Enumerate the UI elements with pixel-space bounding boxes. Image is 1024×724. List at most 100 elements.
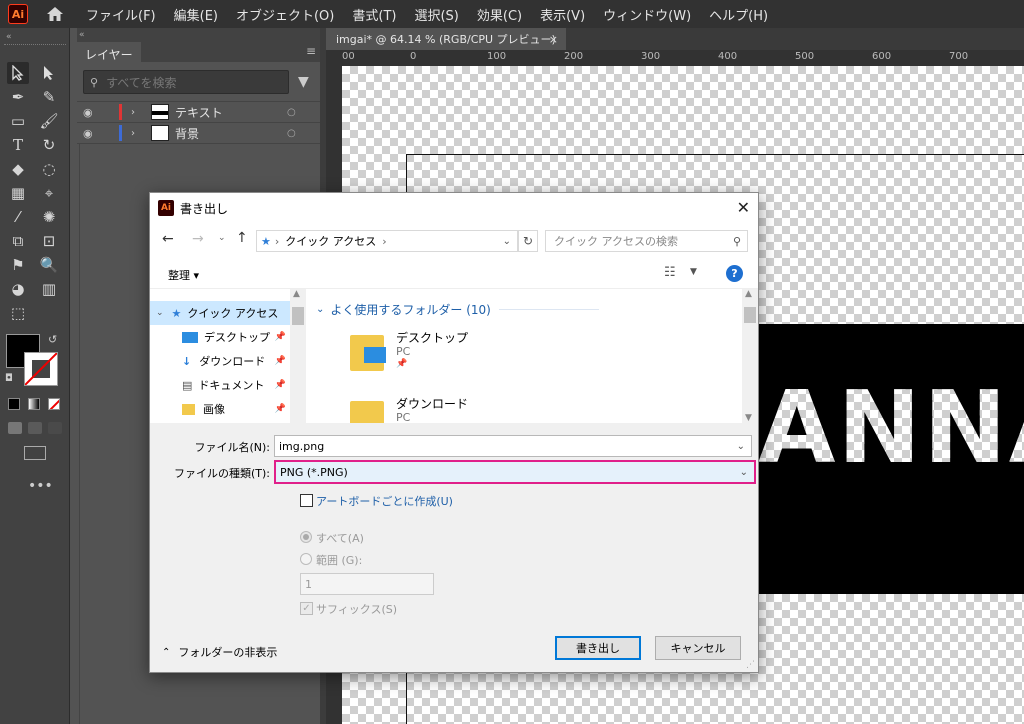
lasso-tool-icon[interactable]: ◌ — [38, 158, 60, 180]
folder-item-desktop[interactable]: デスクトップ PC 📌 — [346, 329, 546, 379]
menu-window[interactable]: ウィンドウ(W) — [603, 5, 691, 24]
eyedropper-tool-icon[interactable]: ⁄ — [7, 206, 29, 228]
visibility-eye-icon[interactable]: ◉ — [83, 127, 93, 140]
pie-graph-tool-icon[interactable]: ◕ — [7, 278, 29, 300]
expand-chevron-icon[interactable]: › — [131, 107, 135, 118]
stroke-swatch[interactable] — [24, 352, 58, 386]
symbol-sprayer-tool-icon[interactable]: ✺ — [38, 206, 60, 228]
rotate-tool-icon[interactable]: ↻ — [38, 134, 60, 156]
back-arrow-icon[interactable]: ← — [162, 231, 174, 247]
view-dropdown-icon[interactable]: ▼ — [690, 267, 697, 277]
sidebar-item-downloads[interactable]: ↓ ダウンロード 📌 — [150, 349, 290, 373]
type-tool-icon[interactable]: T — [7, 134, 29, 156]
direct-selection-tool-icon[interactable] — [38, 62, 60, 84]
cancel-button[interactable]: キャンセル — [655, 636, 741, 660]
tab-layers[interactable]: レイヤー — [77, 42, 141, 62]
pen-tool-icon[interactable]: ✒ — [7, 86, 29, 108]
radio-all[interactable] — [300, 531, 312, 543]
tab-document[interactable]: imgai* @ 64.14 % (RGB/CPU プレビュー) × — [326, 28, 566, 50]
radio-range[interactable] — [300, 553, 312, 565]
draw-normal-icon[interactable] — [8, 422, 22, 434]
view-options-icon[interactable]: ☷ — [664, 265, 676, 280]
target-circle-icon[interactable]: ○ — [287, 107, 296, 118]
forward-arrow-icon[interactable]: → — [192, 231, 204, 247]
chevron-down-icon[interactable]: ⌄ — [737, 441, 745, 452]
collapse-layers-icon[interactable]: « — [79, 30, 85, 40]
swap-fill-stroke-icon[interactable]: ↺ — [48, 333, 57, 346]
draw-inside-icon[interactable] — [48, 422, 62, 434]
hide-folders-toggle[interactable]: ⌃ フォルダーの非表示 — [162, 644, 277, 660]
brush-tool-icon[interactable]: 🖌 — [38, 110, 60, 132]
free-transform-tool-icon[interactable]: ⬚ — [7, 302, 29, 324]
address-bar[interactable]: ★ › クイック アクセス › ⌄ — [256, 230, 518, 252]
refresh-icon[interactable]: ↻ — [518, 230, 538, 252]
menu-view[interactable]: 表示(V) — [540, 5, 585, 24]
suffix-checkbox[interactable]: ✓ — [300, 602, 313, 615]
group-header[interactable]: ⌄ よく使用するフォルダー (10) — [316, 301, 599, 318]
artboard-checkbox[interactable] — [300, 494, 313, 507]
color-mode-icon[interactable] — [8, 398, 20, 410]
expand-chevron-icon[interactable]: › — [131, 128, 135, 139]
help-icon[interactable]: ? — [726, 265, 743, 282]
scroll-thumb[interactable] — [744, 307, 756, 323]
puppet-warp-tool-icon[interactable]: ⚑ — [7, 254, 29, 276]
menu-edit[interactable]: 編集(E) — [174, 5, 218, 24]
close-icon[interactable]: ✕ — [737, 198, 750, 217]
collapse-icon[interactable]: « — [6, 32, 12, 42]
eraser-tool-icon[interactable]: ◆ — [7, 158, 29, 180]
filter-icon[interactable]: ▼ — [298, 74, 309, 90]
more-tools-icon[interactable]: ••• — [28, 478, 53, 494]
gradient-mode-icon[interactable] — [28, 398, 40, 410]
history-chevron-icon[interactable]: ⌄ — [218, 233, 226, 243]
menu-object[interactable]: オブジェクト(O) — [236, 5, 334, 24]
filename-input[interactable]: img.png ⌄ — [274, 435, 752, 457]
home-icon[interactable] — [44, 3, 66, 25]
dialog-search-input[interactable]: クイック アクセスの検索 ⚲ — [545, 230, 748, 252]
shape-builder-tool-icon[interactable]: ⧉ — [7, 230, 29, 252]
scroll-up-icon[interactable]: ▲ — [293, 289, 300, 299]
layer-row-background[interactable]: ◉ › 背景 ○ — [77, 123, 320, 143]
scroll-thumb[interactable] — [292, 307, 304, 325]
scroll-up-icon[interactable]: ▲ — [745, 289, 752, 299]
menu-help[interactable]: ヘルプ(H) — [709, 5, 768, 24]
menu-file[interactable]: ファイル(F) — [86, 5, 156, 24]
visibility-eye-icon[interactable]: ◉ — [83, 106, 93, 119]
expand-chevron-icon[interactable]: ⌄ — [156, 308, 164, 318]
up-arrow-icon[interactable]: ↑ — [236, 230, 248, 246]
zoom-tool-icon[interactable]: 🔍 — [38, 254, 60, 276]
nav-scrollbar[interactable]: ▲ — [290, 289, 306, 423]
none-mode-icon[interactable] — [48, 398, 60, 410]
blend-tool-icon[interactable]: ⌖ — [38, 182, 60, 204]
menu-effect[interactable]: 効果(C) — [477, 5, 522, 24]
chevron-down-icon[interactable]: ⌄ — [740, 467, 748, 478]
sidebar-item-pictures[interactable]: 画像 📌 — [150, 397, 290, 421]
selection-tool-icon[interactable] — [7, 62, 29, 84]
sidebar-item-quick-access[interactable]: ⌄ ★ クイック アクセス — [150, 301, 290, 325]
folder-item-downloads[interactable]: ダウンロード PC — [346, 395, 546, 423]
layer-search-input[interactable]: ⚲ すべてを検索 — [83, 70, 289, 94]
scroll-down-icon[interactable]: ▼ — [745, 413, 752, 423]
draw-behind-icon[interactable] — [28, 422, 42, 434]
export-button[interactable]: 書き出し — [555, 636, 641, 660]
pencil-tool-icon[interactable]: ✎ — [38, 86, 60, 108]
sidebar-item-documents[interactable]: ▤ ドキュメント 📌 — [150, 373, 290, 397]
layer-row-text[interactable]: ◉ › テキスト ○ — [77, 102, 320, 122]
content-scrollbar[interactable]: ▲ ▼ — [742, 289, 758, 423]
target-circle-icon[interactable]: ○ — [287, 128, 296, 139]
close-tab-icon[interactable]: × — [549, 33, 558, 46]
canvas-text[interactable]: ANNA — [758, 378, 1024, 478]
menu-type[interactable]: 書式(T) — [352, 5, 396, 24]
bar-graph-tool-icon[interactable]: ▥ — [38, 278, 60, 300]
menu-select[interactable]: 選択(S) — [414, 5, 458, 24]
gradient-tool-icon[interactable]: ▦ — [7, 182, 29, 204]
artboard-checkbox-label[interactable]: アートボードごとに作成(U) — [316, 493, 453, 509]
screen-mode-icon[interactable] — [24, 446, 46, 460]
resize-grip-icon[interactable]: ⋰ — [746, 660, 755, 670]
sidebar-item-desktop[interactable]: デスクトップ 📌 — [150, 325, 290, 349]
rectangle-tool-icon[interactable]: ▭ — [7, 110, 29, 132]
default-fill-stroke-icon[interactable]: ◘ — [5, 373, 13, 384]
panel-menu-icon[interactable]: ≡ — [306, 44, 316, 58]
artboard-tool-icon[interactable]: ⊡ — [38, 230, 60, 252]
address-dropdown-icon[interactable]: ⌄ — [503, 236, 511, 247]
organize-button[interactable]: 整理 ▾ — [168, 267, 199, 283]
